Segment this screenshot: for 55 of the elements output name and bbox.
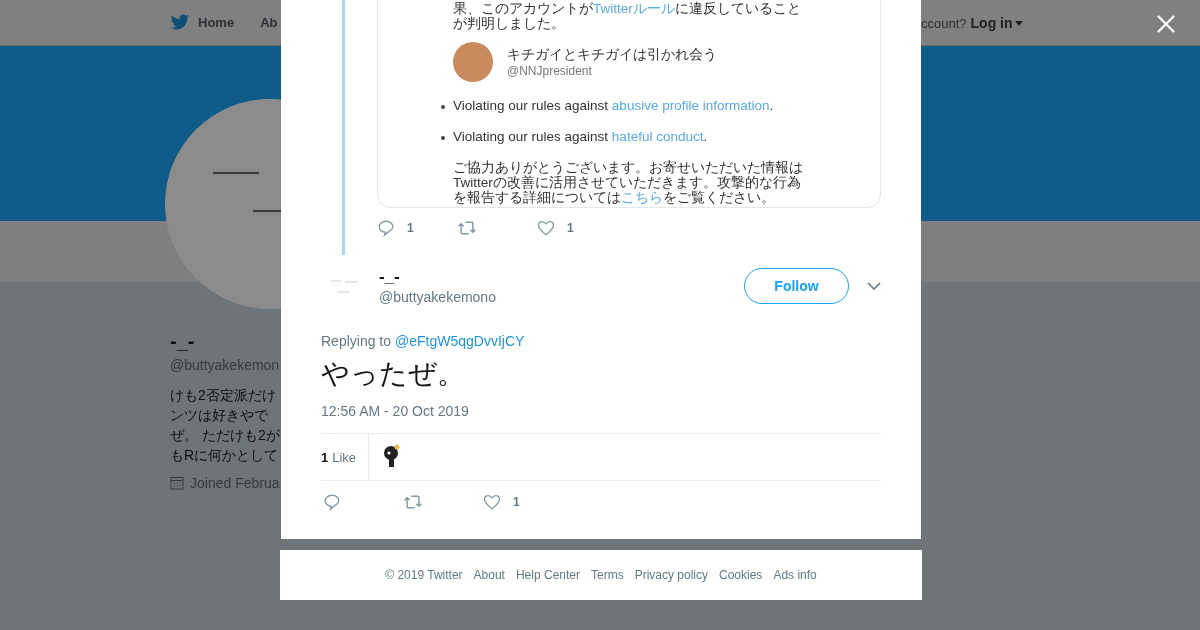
bio-line: けも2否定派だけ <box>170 386 277 405</box>
text-line: Twitterの改善に活用させていただきます。攻撃的な行為 <box>453 175 802 190</box>
footer-link[interactable]: © 2019 Twitter <box>385 568 463 582</box>
retweet-icon[interactable] <box>457 219 477 237</box>
heart-icon[interactable] <box>483 493 501 511</box>
footer-link[interactable]: Privacy policy <box>634 568 708 582</box>
reply-icon[interactable] <box>377 219 395 237</box>
user-name: キチガイとキチガイは引かれ会う <box>507 46 717 64</box>
bullet-text: Violating our rules against abusive profile information. <box>453 98 774 113</box>
tweet-timestamp[interactable]: 12:56 AM - 20 Oct 2019 <box>321 403 881 419</box>
bullet-icon <box>441 105 445 109</box>
like-count: 1 <box>513 495 520 509</box>
user-handle[interactable]: @buttyakekemono <box>379 289 744 305</box>
footer-link[interactable]: About <box>473 568 505 582</box>
text-line: ご協力ありがとうございます。お寄せいただいた情報は <box>453 160 804 175</box>
likes-stat[interactable]: 1 Like <box>321 434 370 480</box>
close-icon[interactable] <box>1156 14 1176 34</box>
profile-handle: @buttyakekemon <box>170 357 281 373</box>
profile-name: -_- <box>170 330 196 353</box>
calendar-icon <box>170 476 184 490</box>
nav-link[interactable]: Home <box>170 14 235 31</box>
link[interactable]: Twitterルール <box>593 1 675 16</box>
nav-link[interactable]: Ab <box>260 15 278 30</box>
user-handle: @NNJpresident <box>507 64 593 78</box>
bio-line: もRに何かとして <box>170 446 280 465</box>
account-prompt: ccount? <box>921 15 967 31</box>
text-line: が判明しました。 <box>453 16 566 31</box>
link[interactable]: こちら <box>621 190 663 205</box>
bio-line: ンツは好きやで <box>170 406 269 425</box>
retweet-icon[interactable] <box>403 493 423 511</box>
replying-label: Replying to <box>321 333 392 349</box>
avatar[interactable] <box>383 444 402 470</box>
login-link[interactable]: Log in <box>970 15 1023 31</box>
reply-count: 1 <box>407 221 414 235</box>
avatar <box>453 42 493 82</box>
bio-line: ぜ。 ただけも2が <box>170 426 281 445</box>
footer-link[interactable]: Cookies <box>719 568 763 582</box>
footer-link[interactable]: Terms <box>591 568 624 582</box>
bird-icon <box>170 14 190 31</box>
footer-link[interactable]: Help Center <box>515 568 580 582</box>
text-line: を報告する詳細については こちら をご覧ください。 <box>453 190 776 205</box>
chevron-icon[interactable] <box>867 282 881 290</box>
joined-date: Joined Februa <box>190 475 280 491</box>
caret-icon <box>1014 20 1023 26</box>
mention-link[interactable]: @eFtgW5qgDvvIjCY <box>395 333 525 349</box>
text-line: 果、このアカウントがTwitterルールに違反していること <box>453 1 802 16</box>
like-count: 1 <box>567 221 574 235</box>
follow-button[interactable]: Follow <box>744 268 849 304</box>
reply-icon[interactable] <box>323 493 341 511</box>
footer-link[interactable]: Ads info <box>773 568 817 582</box>
bullet-icon <box>441 136 445 140</box>
heart-icon[interactable] <box>537 219 555 237</box>
user-name[interactable]: -_- <box>379 267 744 287</box>
bullet-text: Violating our rules against hateful conduct. <box>453 129 708 144</box>
tweet-text: やったぜ。 <box>321 357 466 391</box>
